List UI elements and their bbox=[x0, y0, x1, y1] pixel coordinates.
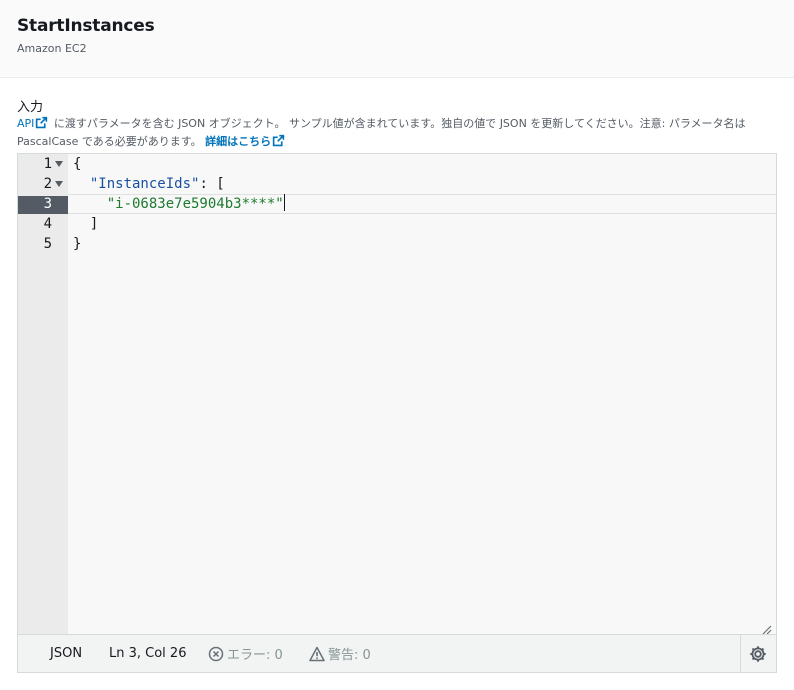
line-number: 3 bbox=[43, 196, 52, 212]
api-link[interactable]: API bbox=[17, 117, 34, 130]
gear-icon bbox=[748, 646, 768, 668]
details-link[interactable]: 詳細はこちら bbox=[205, 135, 271, 148]
resize-handle-icon[interactable] bbox=[762, 620, 772, 634]
page-header: StartInstances Amazon EC2 bbox=[0, 0, 794, 78]
text-cursor bbox=[283, 194, 285, 211]
error-icon bbox=[208, 646, 224, 667]
statusbar-divider bbox=[740, 635, 741, 672]
code-line: ] bbox=[73, 214, 98, 234]
code-line: { bbox=[73, 154, 81, 174]
line-number: 4 bbox=[43, 216, 52, 232]
cursor-position: Ln 3, Col 26 bbox=[109, 646, 187, 661]
code-area[interactable]: { "InstanceIds": [ "i-0683e7e5904b3****"… bbox=[68, 154, 776, 634]
editor-gutter: 1 2 3 4 5 bbox=[18, 154, 68, 634]
line-number: 1 bbox=[43, 156, 52, 172]
error-count[interactable]: エラー: 0 bbox=[208, 646, 283, 667]
external-link-icon[interactable] bbox=[272, 134, 285, 152]
json-punctuation: } bbox=[73, 236, 82, 252]
input-description: API に渡すパラメータを含む JSON オブジェクト。 サンプル値が含まれてい… bbox=[17, 116, 777, 152]
json-punctuation: ] bbox=[89, 216, 99, 232]
external-link-icon[interactable] bbox=[35, 116, 48, 134]
json-key: "InstanceIds" bbox=[89, 176, 200, 192]
api-link-label: API bbox=[17, 117, 35, 130]
fold-arrow-icon[interactable] bbox=[54, 154, 64, 174]
json-punctuation: { bbox=[73, 156, 82, 172]
editor-settings-button[interactable] bbox=[748, 644, 768, 664]
editor-statusbar: JSON Ln 3, Col 26 エラー: 0 警告: 0 bbox=[17, 634, 777, 673]
error-count-label: エラー: 0 bbox=[227, 648, 283, 663]
warning-count-label: 警告: 0 bbox=[328, 648, 371, 663]
fold-arrow-icon[interactable] bbox=[54, 174, 64, 194]
details-link-label: 詳細はこちら bbox=[205, 135, 272, 148]
warning-count[interactable]: 警告: 0 bbox=[309, 646, 371, 667]
language-mode: JSON bbox=[50, 646, 83, 661]
json-string: "i-0683e7e5904b3****" bbox=[106, 196, 284, 212]
warning-icon bbox=[309, 646, 325, 667]
json-punctuation: : [ bbox=[199, 176, 225, 192]
page-title: StartInstances bbox=[17, 16, 155, 36]
code-line: } bbox=[73, 234, 81, 254]
code-line: "InstanceIds": [ bbox=[73, 174, 225, 194]
service-name: Amazon EC2 bbox=[17, 42, 87, 55]
input-label: 入力 bbox=[17, 100, 44, 115]
line-number: 5 bbox=[43, 236, 52, 252]
json-editor[interactable]: 1 2 3 4 5 { "InstanceIds": [ "i-0683e7e5904b… bbox=[17, 153, 777, 635]
line-number: 2 bbox=[43, 176, 52, 192]
code-line: "i-0683e7e5904b3****" bbox=[73, 194, 285, 214]
description-text: に渡すパラメータを含む JSON オブジェクト。 サンプル値が含まれています。独… bbox=[17, 117, 746, 148]
